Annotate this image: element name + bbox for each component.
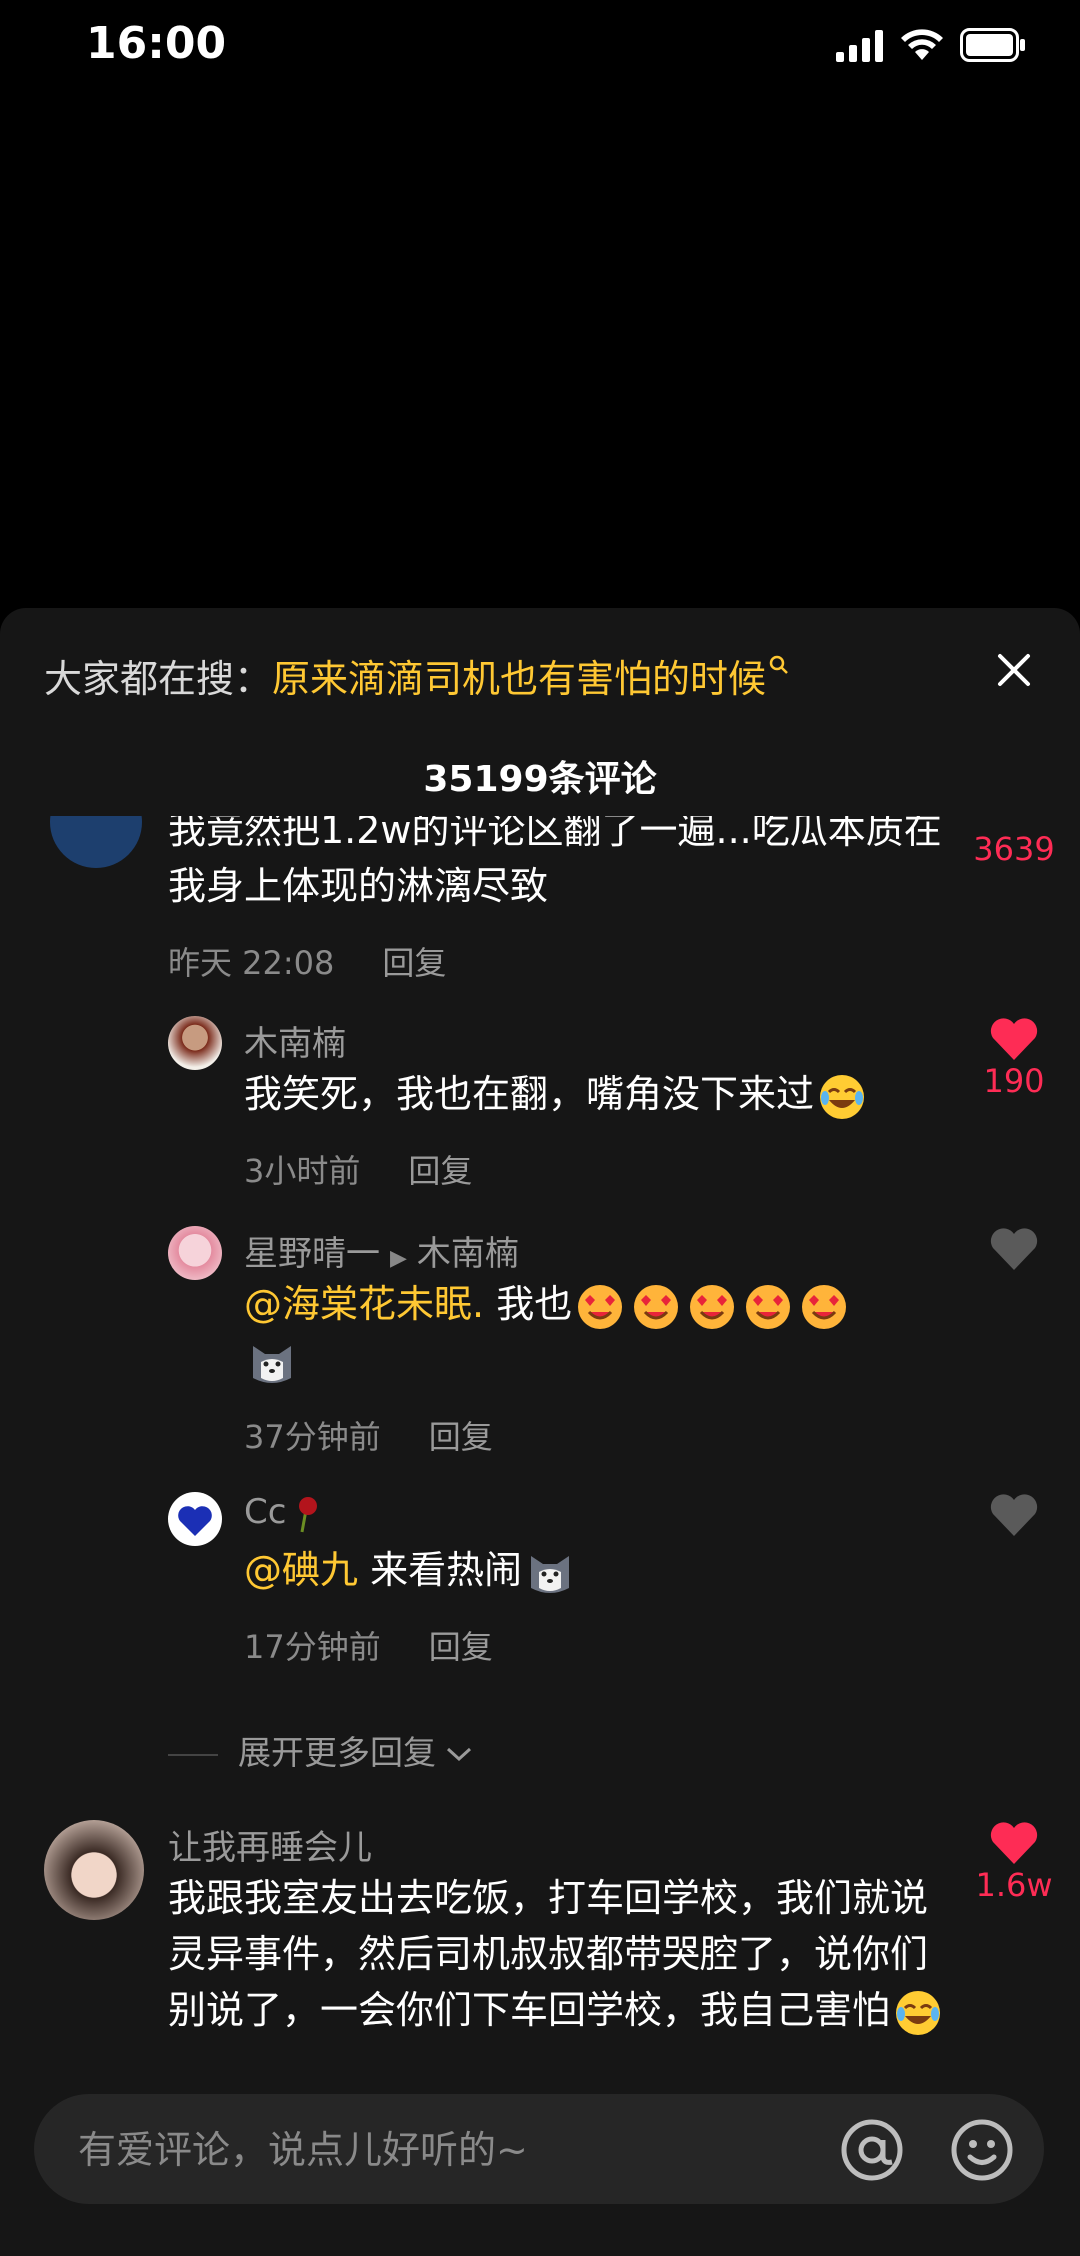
heart-eyes-emoji-icon	[634, 1284, 679, 1329]
comment-username[interactable]: 让我再睡会儿	[168, 1820, 372, 1869]
expand-replies-label: 展开更多回复	[238, 1733, 436, 1772]
like-count[interactable]: 3639	[960, 830, 1068, 868]
battery-icon	[960, 28, 1025, 62]
avatar[interactable]	[168, 1226, 222, 1280]
laugh-cry-emoji-icon	[896, 1990, 941, 2035]
reply-text: @碘九 来看热闹	[244, 1542, 944, 1598]
reply-text-body: 来看热闹	[370, 1548, 523, 1592]
mention-link[interactable]: @碘九	[244, 1548, 358, 1592]
comment-time: 昨天 22:08	[168, 944, 335, 982]
husky-dog-emoji-icon	[253, 1345, 291, 1383]
reply-meta: 3小时前 回复	[244, 1146, 472, 1192]
reply-text: @海棠花未眠. 我也	[244, 1276, 944, 1388]
wifi-icon	[901, 29, 943, 60]
reply-button[interactable]: 回复	[382, 944, 446, 982]
like-count-value: 3639	[973, 830, 1055, 868]
heart-eyes-emoji-icon	[578, 1284, 623, 1329]
laugh-cry-emoji-icon	[820, 1074, 865, 1119]
blue-heart-icon	[178, 1506, 212, 1536]
like-button[interactable]	[960, 1226, 1068, 1272]
reply-button[interactable]: 回复	[429, 1418, 493, 1456]
like-count-value: 190	[983, 1062, 1045, 1100]
heart-outline-icon	[990, 1228, 1038, 1270]
like-button[interactable]	[960, 1492, 1068, 1538]
trending-search[interactable]: 大家都在搜：原来滴滴司机也有害怕的时候	[44, 648, 790, 712]
comment-input[interactable]	[76, 2094, 840, 2206]
like-count-value: 1.6w	[975, 1866, 1053, 1904]
avatar[interactable]	[44, 1820, 144, 1920]
rose-icon	[299, 1496, 318, 1532]
reply-time: 3小时前	[244, 1152, 361, 1190]
avatar[interactable]	[168, 1016, 222, 1070]
reply-button[interactable]: 回复	[408, 1152, 472, 1190]
reply-time: 37分钟前	[244, 1418, 381, 1456]
reply-username: Cc	[244, 1492, 326, 1534]
avatar[interactable]	[168, 1492, 222, 1546]
mention-link[interactable]: @海棠花未眠.	[244, 1282, 484, 1326]
reply-username[interactable]: 木南楠	[244, 1016, 346, 1065]
reply-username-text[interactable]: 星野晴一	[244, 1234, 380, 1274]
comment-input-box[interactable]	[34, 2094, 1044, 2206]
status-time: 16:00	[86, 18, 227, 69]
comment-sheet: 大家都在搜：原来滴滴司机也有害怕的时候 35199条评论 我竟然把1.2w的评论…	[0, 608, 1080, 2256]
reply-text-body: 我也	[496, 1282, 573, 1326]
like-button[interactable]: 190	[960, 1016, 1068, 1100]
search-icon	[769, 655, 788, 674]
heart-filled-icon	[990, 1018, 1038, 1060]
heart-filled-icon	[990, 1822, 1038, 1864]
status-bar: 16:00	[0, 0, 1080, 90]
reply-meta: 17分钟前 回复	[244, 1622, 493, 1668]
comment-text: 我跟我室友出去吃饭，打车回学校，我们就说灵异事件，然后司机叔叔都带哭腔了，说你们…	[168, 1870, 948, 2038]
cellular-signal-icon	[836, 30, 883, 62]
reply-to-username[interactable]: 木南楠	[417, 1234, 519, 1274]
trending-search-term[interactable]: 原来滴滴司机也有害怕的时候	[272, 657, 766, 701]
expand-replies-button[interactable]: 展开更多回复	[168, 1726, 474, 1774]
heart-eyes-emoji-icon	[690, 1284, 735, 1329]
heart-outline-icon	[990, 1494, 1038, 1536]
reply-arrow-icon: ▶	[390, 1246, 407, 1271]
comment-text-body: 我跟我室友出去吃饭，打车回学校，我们就说灵异事件，然后司机叔叔都带哭腔了，说你们…	[168, 1876, 929, 2032]
heart-eyes-emoji-icon	[802, 1284, 847, 1329]
comment-count: 35199条评论	[423, 759, 657, 800]
reply-username-text[interactable]: Cc	[244, 1492, 286, 1532]
reply-time: 17分钟前	[244, 1628, 381, 1666]
reply-button[interactable]: 回复	[429, 1628, 493, 1666]
reply-username: 星野晴一 ▶ 木南楠	[244, 1226, 519, 1275]
heart-eyes-emoji-icon	[746, 1284, 791, 1329]
husky-dog-emoji-icon	[531, 1555, 570, 1593]
like-button[interactable]: 1.6w	[960, 1820, 1068, 1904]
comment-meta: 昨天 22:08 回复	[168, 938, 446, 984]
comment-text: 我竟然把1.2w的评论区翻了一遍...吃瓜本质在我身上体现的淋漓尽致	[168, 816, 942, 908]
comment-list[interactable]: 我竟然把1.2w的评论区翻了一遍...吃瓜本质在我身上体现的淋漓尽致 3639 …	[0, 816, 1080, 2060]
emoji-icon[interactable]	[950, 2118, 1014, 2182]
reply-text: 我笑死，我也在翻，嘴角没下来过	[244, 1066, 944, 1122]
close-icon[interactable]	[992, 648, 1036, 692]
at-mention-icon[interactable]	[840, 2118, 904, 2182]
divider	[168, 1753, 218, 1756]
reply-meta: 37分钟前 回复	[244, 1412, 493, 1458]
trending-search-label: 大家都在搜：	[44, 657, 273, 701]
reply-text-body: 我笑死，我也在翻，嘴角没下来过	[244, 1072, 815, 1116]
comment-input-bar	[0, 2072, 1080, 2256]
avatar[interactable]	[50, 816, 142, 868]
chevron-down-icon	[446, 1747, 472, 1762]
